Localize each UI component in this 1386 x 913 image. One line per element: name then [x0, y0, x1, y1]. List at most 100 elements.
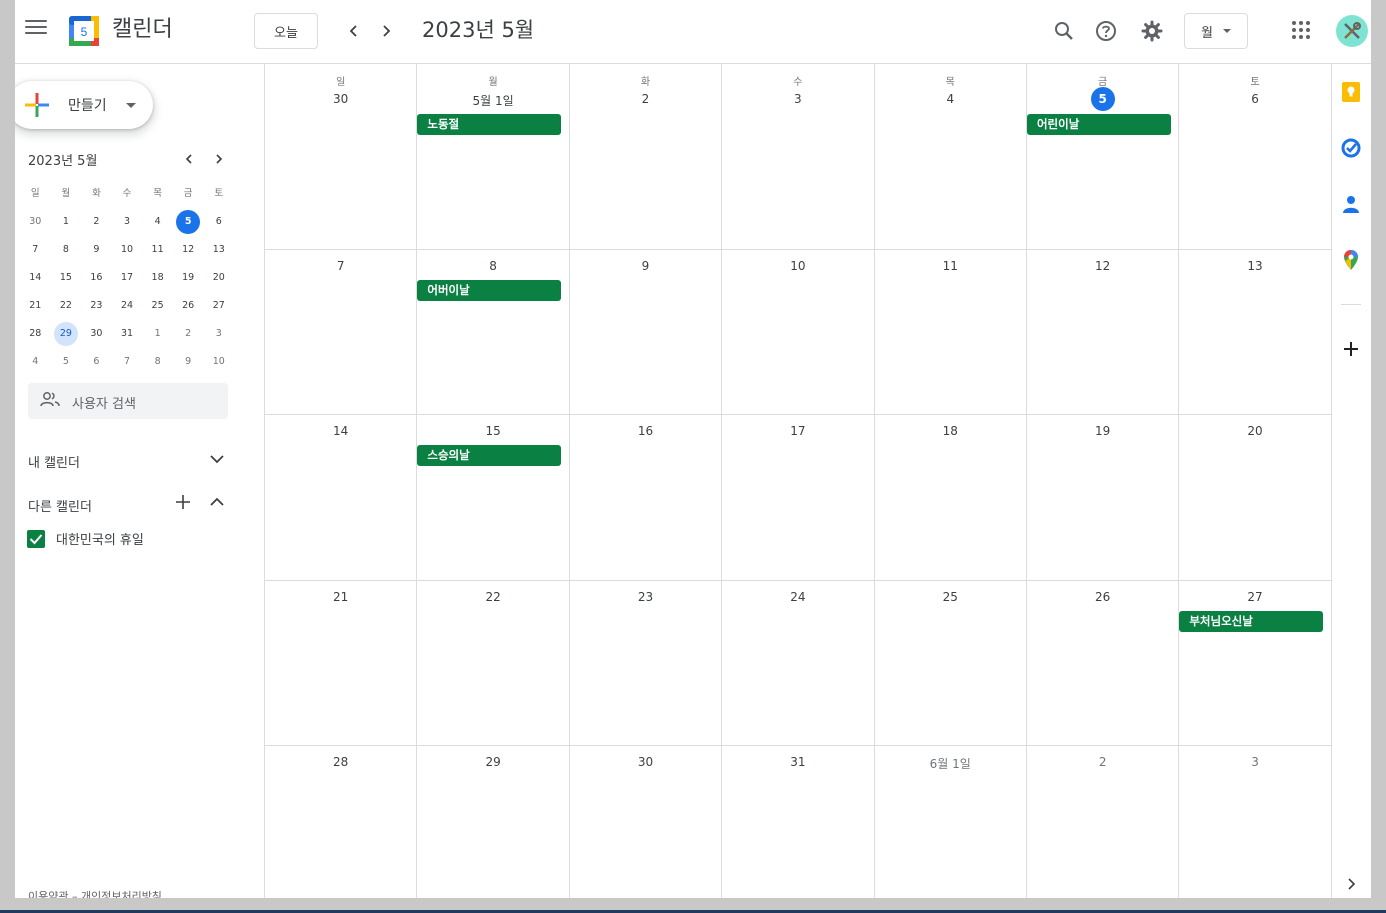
search-people-input[interactable]: 사용자 검색: [28, 383, 228, 419]
mini-day[interactable]: 7: [112, 350, 143, 374]
day-cell[interactable]: 11: [875, 250, 1027, 414]
calendar-logo-icon[interactable]: 5: [68, 15, 100, 47]
mini-day[interactable]: 3: [112, 210, 143, 234]
help-button[interactable]: [1092, 17, 1120, 45]
date-number[interactable]: 5월 1일: [417, 92, 568, 109]
mini-day[interactable]: 2: [81, 210, 112, 234]
date-number[interactable]: 4: [875, 92, 1026, 106]
day-cell[interactable]: 일 30: [265, 64, 418, 249]
day-cell[interactable]: 14: [265, 415, 418, 580]
day-cell[interactable]: 수 3: [722, 64, 875, 249]
date-number[interactable]: 25: [875, 590, 1026, 604]
search-button[interactable]: [1050, 17, 1078, 45]
mini-day[interactable]: 23: [81, 294, 112, 318]
date-number[interactable]: 31: [722, 755, 873, 769]
mini-next-button[interactable]: [210, 150, 228, 168]
day-cell[interactable]: 18: [875, 415, 1027, 580]
date-number[interactable]: 15: [417, 424, 568, 438]
next-month-button[interactable]: [373, 18, 399, 44]
day-cell[interactable]: 12: [1027, 250, 1180, 414]
date-number[interactable]: 11: [875, 259, 1026, 273]
view-select[interactable]: 월: [1184, 13, 1248, 49]
date-number[interactable]: 21: [265, 590, 416, 604]
mini-day[interactable]: 1: [142, 322, 173, 346]
mini-day[interactable]: 6: [81, 350, 112, 374]
date-number[interactable]: 13: [1179, 259, 1330, 273]
day-cell[interactable]: 19: [1027, 415, 1180, 580]
mini-day[interactable]: 30: [81, 322, 112, 346]
get-addons-button[interactable]: [1339, 337, 1363, 361]
prev-month-button[interactable]: [341, 18, 367, 44]
day-cell[interactable]: 21: [265, 581, 418, 745]
day-cell[interactable]: 금 5 어린이날: [1026, 64, 1180, 249]
chevron-down-icon[interactable]: [208, 450, 226, 468]
maps-button[interactable]: [1339, 248, 1363, 272]
contacts-button[interactable]: [1339, 192, 1363, 216]
add-calendar-icon[interactable]: [174, 493, 192, 511]
mini-day[interactable]: 9: [173, 350, 204, 374]
mini-day[interactable]: 31: [112, 322, 143, 346]
date-number[interactable]: 26: [1027, 590, 1178, 604]
date-number[interactable]: 12: [1027, 259, 1178, 273]
date-number[interactable]: 19: [1027, 424, 1178, 438]
day-cell[interactable]: 20: [1179, 415, 1332, 580]
date-number[interactable]: 16: [570, 424, 721, 438]
day-cell[interactable]: 토 6: [1179, 64, 1332, 249]
date-number[interactable]: 14: [265, 424, 416, 438]
day-cell[interactable]: 25: [875, 581, 1027, 745]
date-number[interactable]: 20: [1179, 424, 1330, 438]
date-number[interactable]: 24: [722, 590, 873, 604]
apps-grid-icon[interactable]: [1292, 21, 1310, 39]
date-number[interactable]: 10: [722, 259, 873, 273]
mini-day[interactable]: 18: [142, 266, 173, 290]
mini-day[interactable]: 4: [20, 350, 51, 374]
day-cell[interactable]: 월 5월 1일 노동절: [417, 64, 570, 249]
my-calendars-header[interactable]: 내 캘린더: [28, 452, 80, 471]
mini-day[interactable]: 14: [20, 266, 51, 290]
event-chip[interactable]: 어버이날: [417, 280, 562, 301]
date-number[interactable]: 6: [1179, 92, 1330, 106]
mini-day[interactable]: 2: [173, 322, 204, 346]
mini-day[interactable]: 10: [203, 350, 234, 374]
mini-day[interactable]: 8: [51, 238, 82, 262]
date-number[interactable]: 22: [417, 590, 568, 604]
date-number[interactable]: 9: [570, 259, 721, 273]
day-cell[interactable]: 10: [722, 250, 875, 414]
avatar[interactable]: [1336, 15, 1368, 47]
day-cell[interactable]: 29: [417, 746, 570, 898]
date-number[interactable]: 28: [265, 755, 416, 769]
mini-day[interactable]: 28: [20, 322, 51, 346]
event-chip[interactable]: 어린이날: [1026, 114, 1171, 135]
date-number[interactable]: 30: [570, 755, 721, 769]
mini-day[interactable]: 11: [142, 238, 173, 262]
mini-day[interactable]: 6: [203, 210, 234, 234]
day-cell[interactable]: 8 어버이날: [417, 250, 570, 414]
mini-day[interactable]: 25: [142, 294, 173, 318]
date-number[interactable]: 27: [1179, 590, 1330, 604]
mini-day[interactable]: 22: [51, 294, 82, 318]
day-cell[interactable]: 6월 1일: [875, 746, 1027, 898]
day-cell[interactable]: 2: [1027, 746, 1180, 898]
day-cell[interactable]: 23: [570, 581, 723, 745]
collapse-side-panel-button[interactable]: [1339, 872, 1363, 896]
create-button[interactable]: 만들기: [15, 81, 153, 129]
day-cell[interactable]: 28: [265, 746, 418, 898]
calendar-checkbox[interactable]: [27, 529, 45, 548]
main-menu-icon[interactable]: [23, 14, 49, 40]
mini-day[interactable]: 3: [203, 322, 234, 346]
tasks-button[interactable]: [1339, 136, 1363, 160]
today-button[interactable]: 오늘: [254, 13, 318, 49]
day-cell[interactable]: 17: [722, 415, 875, 580]
mini-day[interactable]: 20: [203, 266, 234, 290]
mini-day[interactable]: 9: [81, 238, 112, 262]
date-number[interactable]: 3: [722, 92, 873, 106]
day-cell[interactable]: 24: [722, 581, 875, 745]
mini-day[interactable]: 12: [173, 238, 204, 262]
mini-day[interactable]: 21: [20, 294, 51, 318]
date-number[interactable]: 23: [570, 590, 721, 604]
date-number[interactable]: 6월 1일: [875, 755, 1026, 772]
day-cell[interactable]: 15 스승의날: [417, 415, 570, 580]
date-number[interactable]: 3: [1179, 755, 1330, 769]
event-chip[interactable]: 부처님오신날: [1179, 611, 1324, 632]
mini-day[interactable]: 1: [51, 210, 82, 234]
